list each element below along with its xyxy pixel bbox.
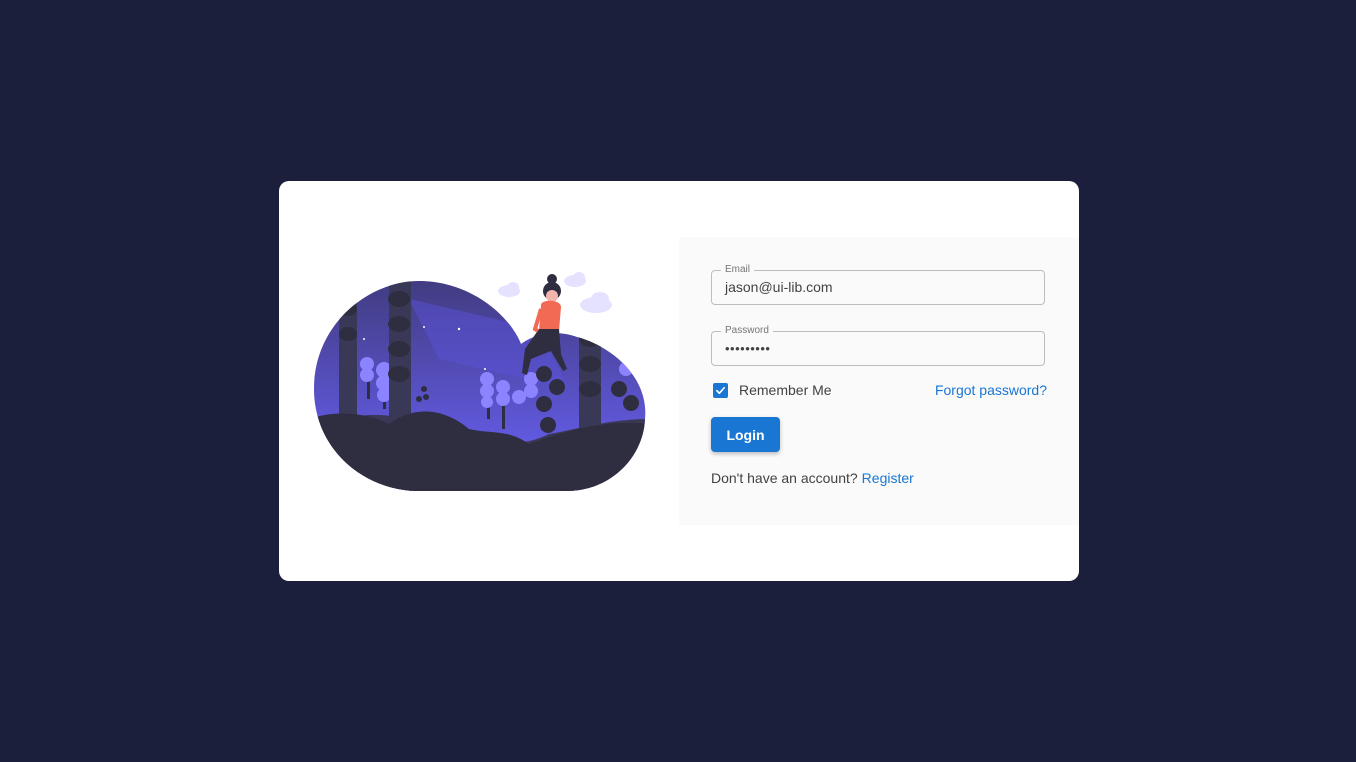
register-prompt: Don't have an account? bbox=[711, 470, 858, 486]
check-icon bbox=[716, 386, 725, 394]
remember-me-label: Remember Me bbox=[739, 382, 832, 398]
remember-me-checkbox[interactable] bbox=[713, 382, 728, 398]
register-link[interactable]: Register bbox=[862, 470, 914, 486]
login-button[interactable]: Login bbox=[711, 417, 780, 452]
forest-illustration bbox=[314, 272, 646, 491]
password-field[interactable]: Password ••••••••• bbox=[711, 325, 1045, 366]
email-field[interactable]: Email jason@ui-lib.com bbox=[711, 264, 1045, 305]
login-card: Email jason@ui-lib.com Password ••••••••… bbox=[279, 181, 1079, 581]
remember-me-row[interactable]: Remember Me bbox=[711, 380, 832, 400]
forgot-password-link[interactable]: Forgot password? bbox=[935, 380, 1047, 400]
login-form-panel: Email jason@ui-lib.com Password ••••••••… bbox=[679, 237, 1079, 525]
password-input[interactable]: ••••••••• bbox=[725, 332, 770, 365]
register-row: Don't have an account? Register bbox=[711, 468, 914, 488]
email-input[interactable]: jason@ui-lib.com bbox=[725, 271, 833, 304]
